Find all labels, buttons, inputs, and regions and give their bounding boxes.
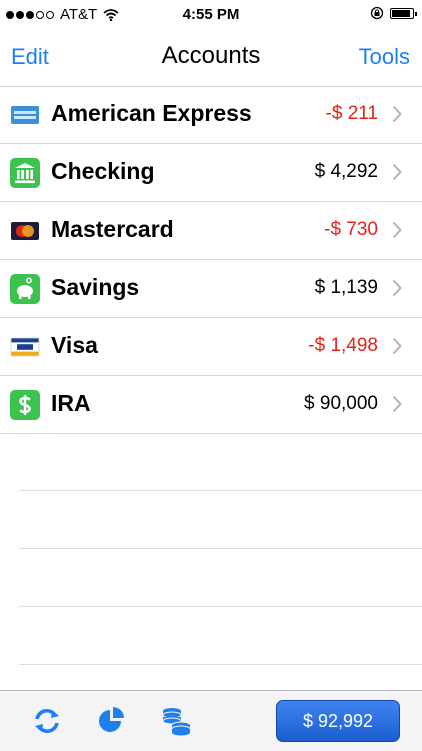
accounts-list: American Express -$ 211 Checking $ 4,292… <box>0 86 422 434</box>
account-balance: -$ 211 <box>325 103 378 124</box>
tools-button[interactable]: Tools <box>359 44 410 70</box>
account-name: Savings <box>51 274 140 300</box>
chevron-right-icon <box>392 337 402 355</box>
battery-icon <box>390 7 417 19</box>
coins-icon[interactable] <box>160 705 192 737</box>
status-bar: AT&T 4:55 PM <box>0 0 422 30</box>
table-separator <box>19 664 422 665</box>
account-name: Mastercard <box>51 216 174 242</box>
account-balance: -$ 730 <box>324 219 378 240</box>
bank-icon <box>10 158 40 188</box>
amex-card-icon <box>11 106 39 124</box>
account-name: Visa <box>51 332 98 358</box>
table-separator <box>19 606 422 607</box>
chevron-right-icon <box>392 163 402 181</box>
account-row-american-express[interactable]: American Express -$ 211 <box>0 86 422 144</box>
mastercard-icon <box>11 222 39 240</box>
chevron-right-icon <box>392 105 402 123</box>
account-balance: $ 90,000 <box>304 393 378 414</box>
account-row-savings[interactable]: Savings $ 1,139 <box>0 260 422 318</box>
piggy-bank-icon <box>10 274 40 304</box>
status-time: 4:55 PM <box>182 6 240 23</box>
total-balance-button[interactable]: $ 92,992 <box>276 700 400 742</box>
chevron-right-icon <box>392 221 402 239</box>
orientation-lock-icon <box>370 6 384 20</box>
status-right <box>370 6 417 20</box>
account-name: American Express <box>51 100 252 126</box>
account-name: Checking <box>51 158 155 184</box>
navigation-bar: Edit Accounts Tools <box>0 30 422 87</box>
pie-chart-icon[interactable] <box>95 705 127 737</box>
dollar-icon <box>10 390 40 420</box>
sync-icon[interactable] <box>31 705 63 737</box>
account-row-visa[interactable]: Visa -$ 1,498 <box>0 318 422 376</box>
battery-fill <box>392 9 410 17</box>
chevron-right-icon <box>392 395 402 413</box>
account-balance: $ 4,292 <box>314 161 378 182</box>
visa-card-icon <box>10 337 40 357</box>
table-separator <box>19 548 422 549</box>
chevron-right-icon <box>392 279 402 297</box>
account-row-checking[interactable]: Checking $ 4,292 <box>0 144 422 202</box>
account-name: IRA <box>51 390 91 416</box>
table-separator <box>19 490 422 491</box>
bottom-toolbar: $ 92,992 <box>0 690 422 751</box>
account-balance: -$ 1,498 <box>308 335 378 356</box>
account-row-mastercard[interactable]: Mastercard -$ 730 <box>0 202 422 260</box>
account-balance: $ 1,139 <box>314 277 378 298</box>
account-row-ira[interactable]: IRA $ 90,000 <box>0 376 422 434</box>
